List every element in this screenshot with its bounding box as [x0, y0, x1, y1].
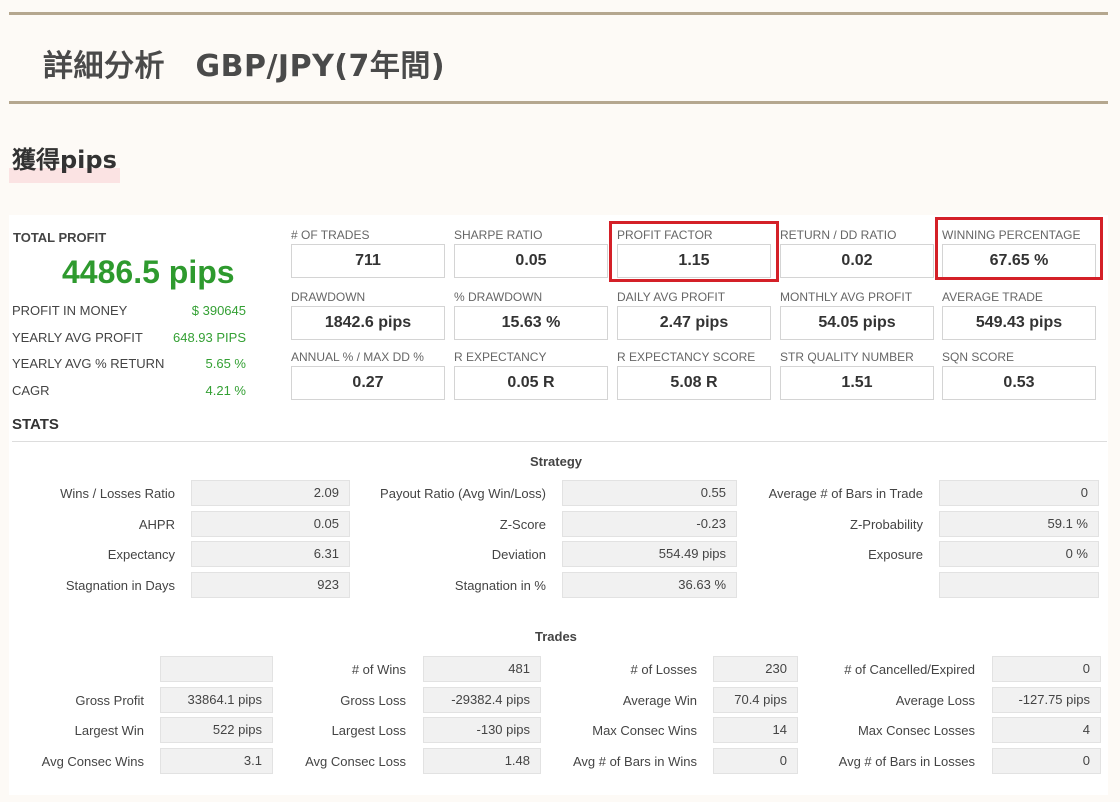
- metric-label: AVERAGE TRADE: [942, 290, 1043, 304]
- stat-value: -29382.4 pips: [423, 686, 541, 713]
- metric-value: 15.63 %: [454, 306, 608, 340]
- stat-value: -0.23: [562, 510, 737, 537]
- stat-label: Z-Score: [499, 516, 546, 532]
- stat-value: 923: [191, 572, 350, 599]
- stat-value: 0: [992, 748, 1101, 775]
- stat-label: Gross Loss: [340, 692, 406, 708]
- metric-value: 0.02: [780, 244, 934, 278]
- metric-label: R EXPECTANCY SCORE: [617, 350, 756, 364]
- stat-value: 3.1: [160, 748, 273, 775]
- page-title: 詳細分析 GBP/JPY(7年間): [43, 49, 446, 84]
- cagr-value: 4.21 %: [205, 383, 246, 398]
- stat-value: 554.49 pips: [562, 541, 737, 568]
- metric-value: 549.43 pips: [942, 306, 1096, 340]
- metric-value: 0.53: [942, 366, 1096, 400]
- stat-value: 33864.1 pips: [160, 686, 273, 713]
- metric-label: SQN SCORE: [942, 350, 1015, 364]
- stat-label: Deviation: [491, 547, 546, 563]
- trades-title: Trades: [535, 629, 577, 644]
- stat-label: Avg # of Bars in Wins: [572, 754, 697, 770]
- yearly-avg-return-value: 5.65 %: [205, 356, 246, 371]
- stat-label: Exposure: [868, 547, 923, 563]
- section-heading: 獲得pips: [9, 143, 120, 183]
- stat-label: Average Loss: [895, 692, 975, 708]
- metric-value: 1.51: [780, 366, 934, 400]
- yearly-avg-profit-value: 648.93 PIPS: [173, 330, 246, 345]
- stat-value: 4: [992, 717, 1101, 744]
- profit-money-label: PROFIT IN MONEY: [12, 303, 128, 318]
- stat-label: Avg # of Bars in Losses: [838, 754, 975, 770]
- stat-label: Z-Probability: [850, 516, 923, 532]
- metric-label: RETURN / DD RATIO: [780, 228, 897, 242]
- metric-label: % DRAWDOWN: [454, 290, 543, 304]
- profit-money-value: $ 390645: [191, 303, 246, 318]
- stat-value: 59.1 %: [939, 510, 1099, 537]
- stat-value: 0: [992, 656, 1101, 682]
- stat-label: Max Consec Losses: [857, 723, 975, 739]
- stat-label: # of Wins: [351, 662, 406, 677]
- stat-value: 0 %: [939, 541, 1099, 568]
- winning-percentage-highlight: [935, 217, 1103, 280]
- metric-value: 54.05 pips: [780, 306, 934, 340]
- stat-label: Stagnation in Days: [65, 578, 175, 594]
- stat-label: Largest Win: [74, 723, 144, 739]
- stat-value: 6.31: [191, 541, 350, 568]
- stat-value: [939, 572, 1099, 599]
- metric-value: 711: [291, 244, 445, 278]
- metric-label: DAILY AVG PROFIT: [617, 290, 726, 304]
- stat-label: # of Cancelled/Expired: [844, 662, 975, 677]
- stat-label: Largest Loss: [331, 723, 406, 739]
- metric-value: 0.27: [291, 366, 445, 400]
- stat-value: -127.75 pips: [992, 686, 1101, 713]
- metric-value: 0.05: [454, 244, 608, 278]
- metric-value: 2.47 pips: [617, 306, 771, 340]
- stat-value: 36.63 %: [562, 572, 737, 599]
- metric-label: # OF TRADES: [291, 228, 370, 242]
- stat-value: 230: [713, 656, 798, 682]
- stat-value: 0.05: [191, 510, 350, 537]
- stat-label: Max Consec Wins: [592, 723, 697, 739]
- cagr-label: CAGR: [12, 383, 50, 398]
- metric-value: 5.08 R: [617, 366, 771, 400]
- total-profit-value: 4486.5 pips: [62, 254, 235, 290]
- stat-label: Average # of Bars in Trade: [768, 486, 923, 501]
- stat-label: Average Win: [622, 692, 697, 708]
- stat-value: 0: [713, 748, 798, 775]
- stat-label: Expectancy: [107, 547, 175, 563]
- stat-value: -130 pips: [423, 717, 541, 744]
- stat-label: Payout Ratio (Avg Win/Loss): [380, 486, 546, 501]
- stat-label: Stagnation in %: [454, 578, 546, 594]
- yearly-avg-return-label: YEARLY AVG % RETURN: [12, 356, 165, 371]
- stat-value: [160, 656, 273, 682]
- stat-value: 14: [713, 717, 798, 744]
- stat-value: 70.4 pips: [713, 686, 798, 713]
- metric-label: DRAWDOWN: [291, 290, 366, 304]
- yearly-avg-profit-label: YEARLY AVG PROFIT: [12, 330, 143, 345]
- metric-label: SHARPE RATIO: [454, 228, 543, 242]
- stat-label: Wins / Losses Ratio: [60, 486, 175, 501]
- stat-label: Gross Profit: [75, 692, 144, 708]
- stat-value: 522 pips: [160, 717, 273, 744]
- stat-label: # of Losses: [630, 662, 698, 677]
- stats-divider: [12, 441, 1107, 442]
- profit-factor-highlight: [609, 221, 779, 282]
- strategy-title: Strategy: [530, 454, 583, 469]
- metric-value: 0.05 R: [454, 366, 608, 400]
- stat-value: 481: [423, 656, 541, 682]
- metric-label: R EXPECTANCY: [454, 350, 547, 364]
- metric-label: STR QUALITY NUMBER: [780, 350, 914, 364]
- stat-value: 0.55: [562, 480, 737, 506]
- stat-label: Avg Consec Wins: [41, 754, 144, 770]
- stats-heading: STATS: [12, 416, 59, 433]
- stat-label: Avg Consec Loss: [305, 754, 406, 770]
- metric-label: MONTHLY AVG PROFIT: [780, 290, 913, 304]
- stat-value: 0: [939, 480, 1099, 506]
- stat-value: 2.09: [191, 480, 350, 506]
- metric-label: ANNUAL % / MAX DD %: [291, 350, 424, 364]
- stat-value: 1.48: [423, 748, 541, 775]
- stat-label: AHPR: [138, 516, 175, 532]
- total-profit-label: TOTAL PROFIT: [13, 230, 107, 245]
- page-header: 詳細分析 GBP/JPY(7年間): [9, 12, 1108, 104]
- metric-value: 1842.6 pips: [291, 306, 445, 340]
